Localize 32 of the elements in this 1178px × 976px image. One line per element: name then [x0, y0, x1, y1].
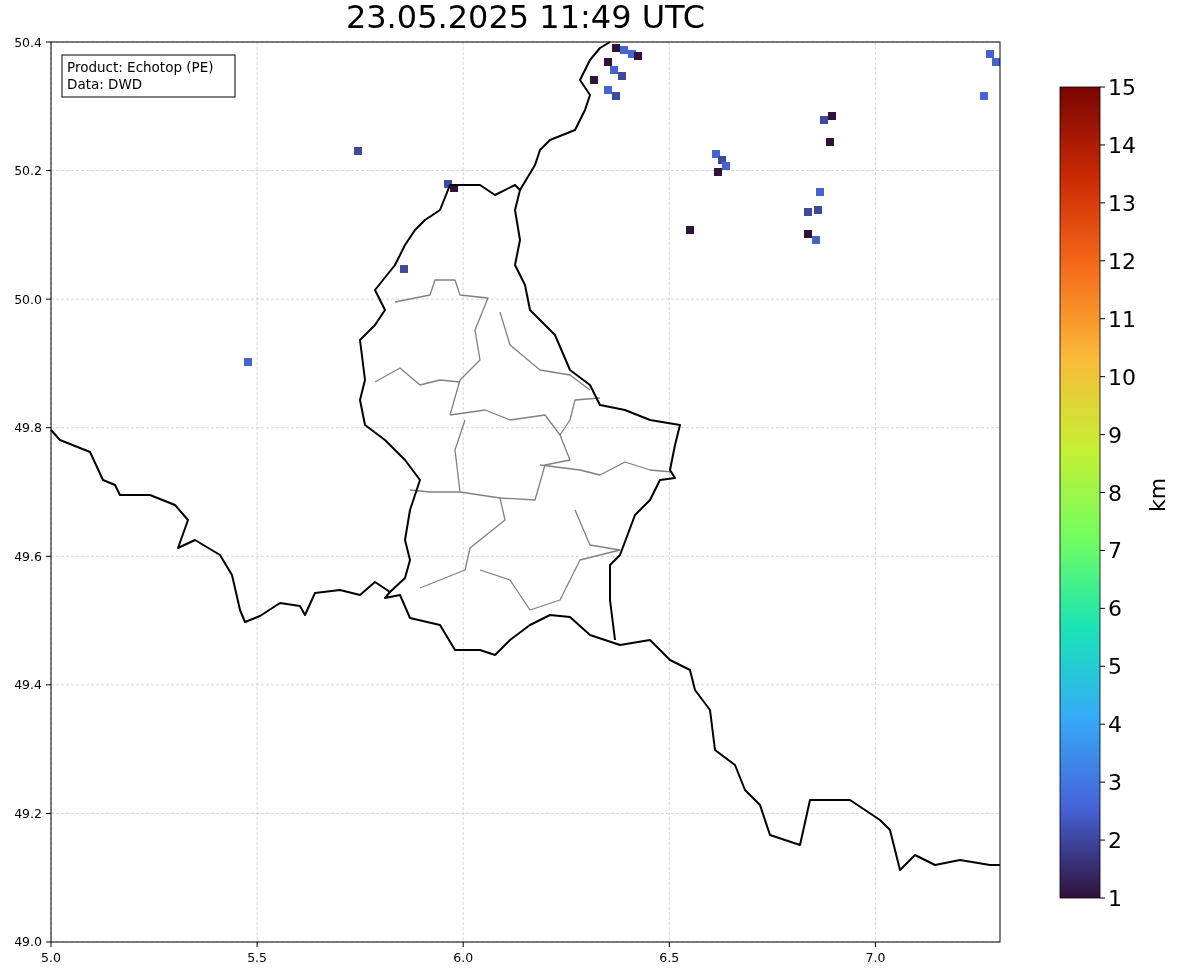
- colorbar-tick-label: 7: [1108, 538, 1122, 564]
- colorbar-tick-label: 13: [1108, 190, 1136, 216]
- colorbar-tick-label: 15: [1108, 75, 1136, 100]
- chart-title: 23.05.2025 11:49 UTC: [344, 0, 707, 34]
- x-tick-label: 5.5: [247, 950, 268, 965]
- colorbar-tick-label: 14: [1108, 132, 1136, 158]
- y-tick-label: 49.8: [14, 420, 42, 436]
- colorbar-tick-label: 9: [1108, 422, 1122, 448]
- colorbar-tick-label: 8: [1108, 480, 1122, 506]
- y-tick-label: 49.0: [14, 934, 42, 950]
- y-tick-label: 50.0: [14, 291, 42, 307]
- y-tick-label: 49.6: [14, 548, 42, 564]
- y-tick-label: 50.4: [14, 34, 42, 50]
- colorbar-tick-label: 12: [1108, 248, 1136, 274]
- x-tick-label: 6.0: [453, 950, 474, 965]
- colorbar-tick-label: 4: [1108, 712, 1122, 738]
- legend-text: Product: Echotop (PE): [67, 59, 214, 75]
- y-tick-label: 49.4: [14, 677, 42, 693]
- colorbar-tick-label: 6: [1108, 596, 1122, 622]
- colorbar-tick-label: 10: [1108, 364, 1136, 390]
- legend-text: Data: DWD: [67, 76, 143, 92]
- colorbar-tick-label: 2: [1108, 828, 1122, 854]
- colorbar-tick-label: 11: [1108, 306, 1136, 332]
- colorbar-tick-label: 5: [1108, 654, 1122, 680]
- y-tick-label: 50.2: [14, 163, 42, 179]
- colorbar-label: km: [1145, 477, 1170, 513]
- x-tick-label: 7.0: [865, 950, 886, 965]
- colorbar-tick-label: 1: [1108, 886, 1122, 911]
- y-tick-label: 49.2: [14, 805, 42, 821]
- x-tick-label: 6.5: [659, 950, 680, 965]
- colorbar-tick-label: 3: [1108, 770, 1122, 796]
- x-tick-label: 5.0: [41, 950, 61, 965]
